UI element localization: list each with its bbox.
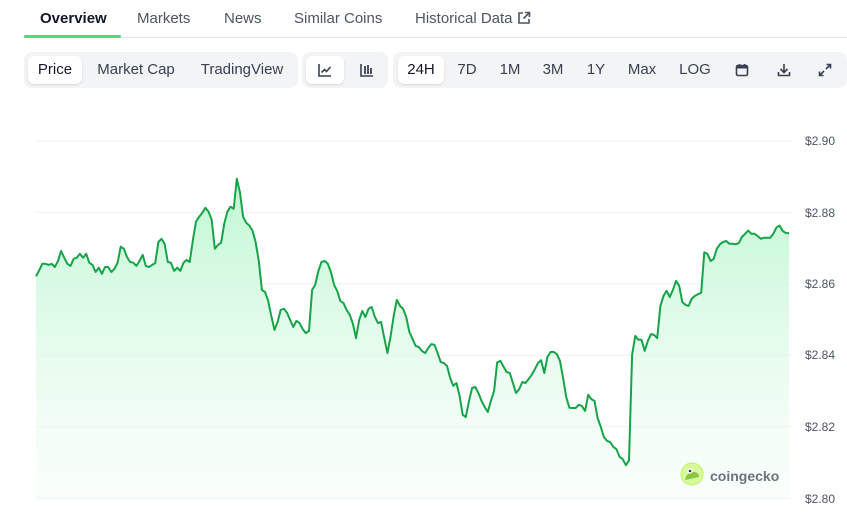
coingecko-watermark: coingecko bbox=[680, 462, 780, 491]
watermark-text: coingecko bbox=[710, 468, 780, 484]
y-tick-label: $2.88 bbox=[805, 206, 836, 220]
y-tick-label: $2.86 bbox=[805, 277, 836, 291]
y-tick-label: $2.90 bbox=[805, 134, 836, 148]
y-tick-label: $2.82 bbox=[805, 420, 836, 434]
y-tick-label: $2.84 bbox=[805, 348, 836, 362]
y-tick-label: $2.80 bbox=[805, 492, 836, 506]
gecko-logo-icon bbox=[680, 462, 704, 491]
price-chart[interactable] bbox=[0, 0, 847, 529]
